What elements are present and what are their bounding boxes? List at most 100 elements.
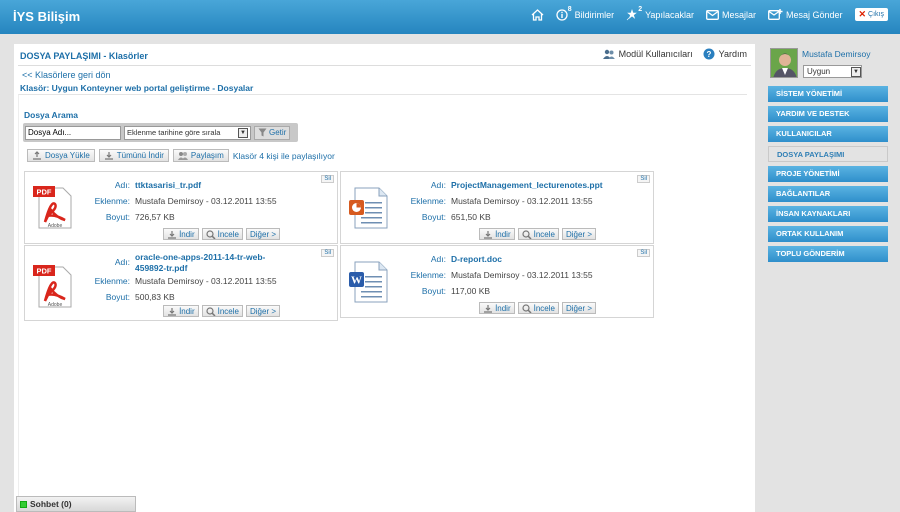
more-button[interactable]: Diğer >: [561, 228, 596, 240]
added-value: Mustafa Demirsoy - 03.12.2011 13:55: [451, 270, 593, 280]
sidebar-item-shared-use[interactable]: ORTAK KULLANIM: [768, 226, 888, 242]
sidebar-item-human-resources[interactable]: İNSAN KAYNAKLARI: [768, 206, 888, 222]
notifications-label: Bildirimler: [574, 9, 615, 20]
download-all-button[interactable]: Tümünü İndir: [98, 149, 169, 162]
tasks-icon: [626, 8, 638, 20]
sidebar-item-file-sharing[interactable]: DOSYA PAYLAŞIMI: [768, 146, 888, 162]
inspect-button[interactable]: İncele: [517, 302, 559, 314]
download-label: İndir: [179, 306, 195, 316]
download-button[interactable]: İndir: [479, 302, 515, 314]
inspect-label: İncele: [217, 229, 239, 239]
download-label: İndir: [179, 229, 195, 239]
size-value: 500,83 KB: [135, 292, 175, 302]
header-actions: Modül Kullanıcıları ? Yardım: [602, 48, 747, 60]
download-icon: [104, 152, 113, 160]
send-mail-icon: [768, 9, 783, 20]
share-info-text: Klasör 4 kişi ile paylaşılıyor: [232, 150, 335, 161]
more-button[interactable]: Diğer >: [561, 302, 596, 314]
added-value: Mustafa Demirsoy - 03.12.2011 13:55: [135, 196, 277, 206]
download-label: İndir: [495, 303, 511, 313]
file-card: Sil W Adı: D-report.doc Eklenme: Mustafa D…: [340, 245, 654, 318]
more-button[interactable]: Diğer >: [245, 305, 280, 317]
more-label: Diğer >: [565, 303, 592, 313]
sort-select[interactable]: Eklenme tarihine göre sırala ▼: [124, 125, 251, 140]
name-label: Adı:: [114, 180, 130, 190]
more-label: Diğer >: [249, 229, 276, 239]
chat-bar[interactable]: Sohbet (0): [16, 496, 136, 512]
chevron-down-icon: ▼: [238, 127, 248, 138]
inspect-button[interactable]: İncele: [201, 305, 243, 317]
search-button[interactable]: Getir: [254, 125, 291, 140]
search-bar: Eklenme tarihine göre sırala ▼ Getir: [23, 123, 298, 142]
file-name-line2: 459892-tr.pdf: [135, 263, 188, 273]
share-button[interactable]: Paylaşım: [172, 149, 229, 162]
added-label: Eklenme:: [94, 196, 130, 206]
sidebar-item-users[interactable]: KULLANICILAR: [768, 126, 888, 142]
file-name-link[interactable]: ttktasarisi_tr.pdf: [135, 180, 201, 190]
delete-file-button[interactable]: Sil: [637, 249, 650, 257]
added-label: Eklenme:: [94, 276, 130, 286]
notifications-badge: 8: [567, 6, 572, 13]
help-button[interactable]: ? Yardım: [703, 48, 747, 60]
tasks-badge: 2: [638, 6, 643, 13]
name-label: Adı:: [114, 257, 130, 267]
messages-button[interactable]: Mesajlar: [706, 10, 756, 20]
download-icon: [168, 230, 177, 239]
sidebar-item-bulk-send[interactable]: TOPLU GÖNDERİM: [768, 246, 888, 262]
more-button[interactable]: Diğer >: [245, 228, 280, 240]
module-users-button[interactable]: Modül Kullanıcıları: [602, 49, 693, 60]
size-value: 726,57 KB: [135, 212, 175, 222]
file-name-link[interactable]: oracle-one-apps-2011-14-tr-web- 459892-tr…: [135, 252, 265, 274]
inspect-button[interactable]: İncele: [201, 228, 243, 240]
delete-file-button[interactable]: Sil: [321, 249, 334, 257]
inspect-button[interactable]: İncele: [517, 228, 559, 240]
upload-icon: [33, 151, 41, 160]
folder-title: Klasör: Uygun Konteyner web portal geliş…: [20, 83, 254, 93]
sidebar-item-help-support[interactable]: YARDIM VE DESTEK: [768, 106, 888, 122]
download-button[interactable]: İndir: [163, 228, 199, 240]
filter-icon: [258, 128, 267, 137]
home-button[interactable]: [531, 8, 544, 21]
delete-file-button[interactable]: Sil: [637, 175, 650, 183]
download-button[interactable]: İndir: [163, 305, 199, 317]
file-actions: İndir İncele Diğer >: [163, 228, 280, 240]
user-name[interactable]: Mustafa Demirsoy: [802, 49, 871, 59]
module-users-label: Modül Kullanıcıları: [618, 49, 693, 59]
notifications-button[interactable]: 8 Bildirimler: [556, 6, 615, 21]
inspect-label: İncele: [217, 306, 239, 316]
file-toolbar: Dosya Yükle Tümünü İndir Paylaşım Klasör…: [27, 149, 335, 162]
file-card: Sil Adı: ProjectManagement_lecturenotes.p…: [340, 171, 654, 244]
top-bar: İYS Bilişim 8 Bildirimler 2 Yapılacaklar…: [0, 0, 900, 34]
file-name-link[interactable]: D-report.doc: [451, 254, 502, 264]
size-value: 117,00 KB: [451, 286, 491, 296]
send-message-button[interactable]: Mesaj Gönder: [768, 9, 843, 20]
search-button-label: Getir: [269, 128, 287, 137]
page-title: DOSYA PAYLAŞIMI - Klasörler: [20, 51, 148, 61]
name-label: Adı:: [430, 180, 446, 190]
delete-file-button[interactable]: Sil: [321, 175, 334, 183]
sidebar-item-links[interactable]: BAĞLANTILAR: [768, 186, 888, 202]
download-icon: [484, 230, 493, 239]
file-actions: İndir İncele Diğer >: [163, 305, 280, 317]
file-actions: İndir İncele Diğer >: [479, 228, 596, 240]
sidebar-menu: SİSTEM YÖNETİMİ YARDIM VE DESTEK KULLANI…: [768, 86, 888, 266]
download-button[interactable]: İndir: [479, 228, 515, 240]
avatar: [770, 48, 798, 78]
size-label: Boyut:: [105, 292, 130, 302]
chat-label: Sohbet (0): [30, 499, 72, 509]
upload-button[interactable]: Dosya Yükle: [27, 149, 95, 162]
file-card: Sil PDF Adobe Adı: oracle-one-apps-2011-…: [24, 245, 338, 321]
size-label: Boyut:: [421, 212, 446, 222]
sidebar-item-system-management[interactable]: SİSTEM YÖNETİMİ: [768, 86, 888, 102]
logout-button[interactable]: ✕ Çıkış: [854, 8, 888, 21]
svg-text:Adobe: Adobe: [48, 223, 63, 229]
help-label: Yardım: [718, 49, 747, 59]
tasks-button[interactable]: 2 Yapılacaklar: [626, 6, 694, 21]
back-to-folders-link[interactable]: << Klasörlere geri dön: [22, 70, 111, 80]
status-select[interactable]: Uygun ▼: [803, 65, 862, 78]
users-icon: [602, 49, 615, 59]
search-input[interactable]: [25, 125, 121, 140]
sidebar-item-project-management[interactable]: PROJE YÖNETİMİ: [768, 166, 888, 182]
file-name-link[interactable]: ProjectManagement_lecturenotes.ppt: [451, 180, 603, 190]
send-message-label: Mesaj Gönder: [785, 9, 843, 20]
